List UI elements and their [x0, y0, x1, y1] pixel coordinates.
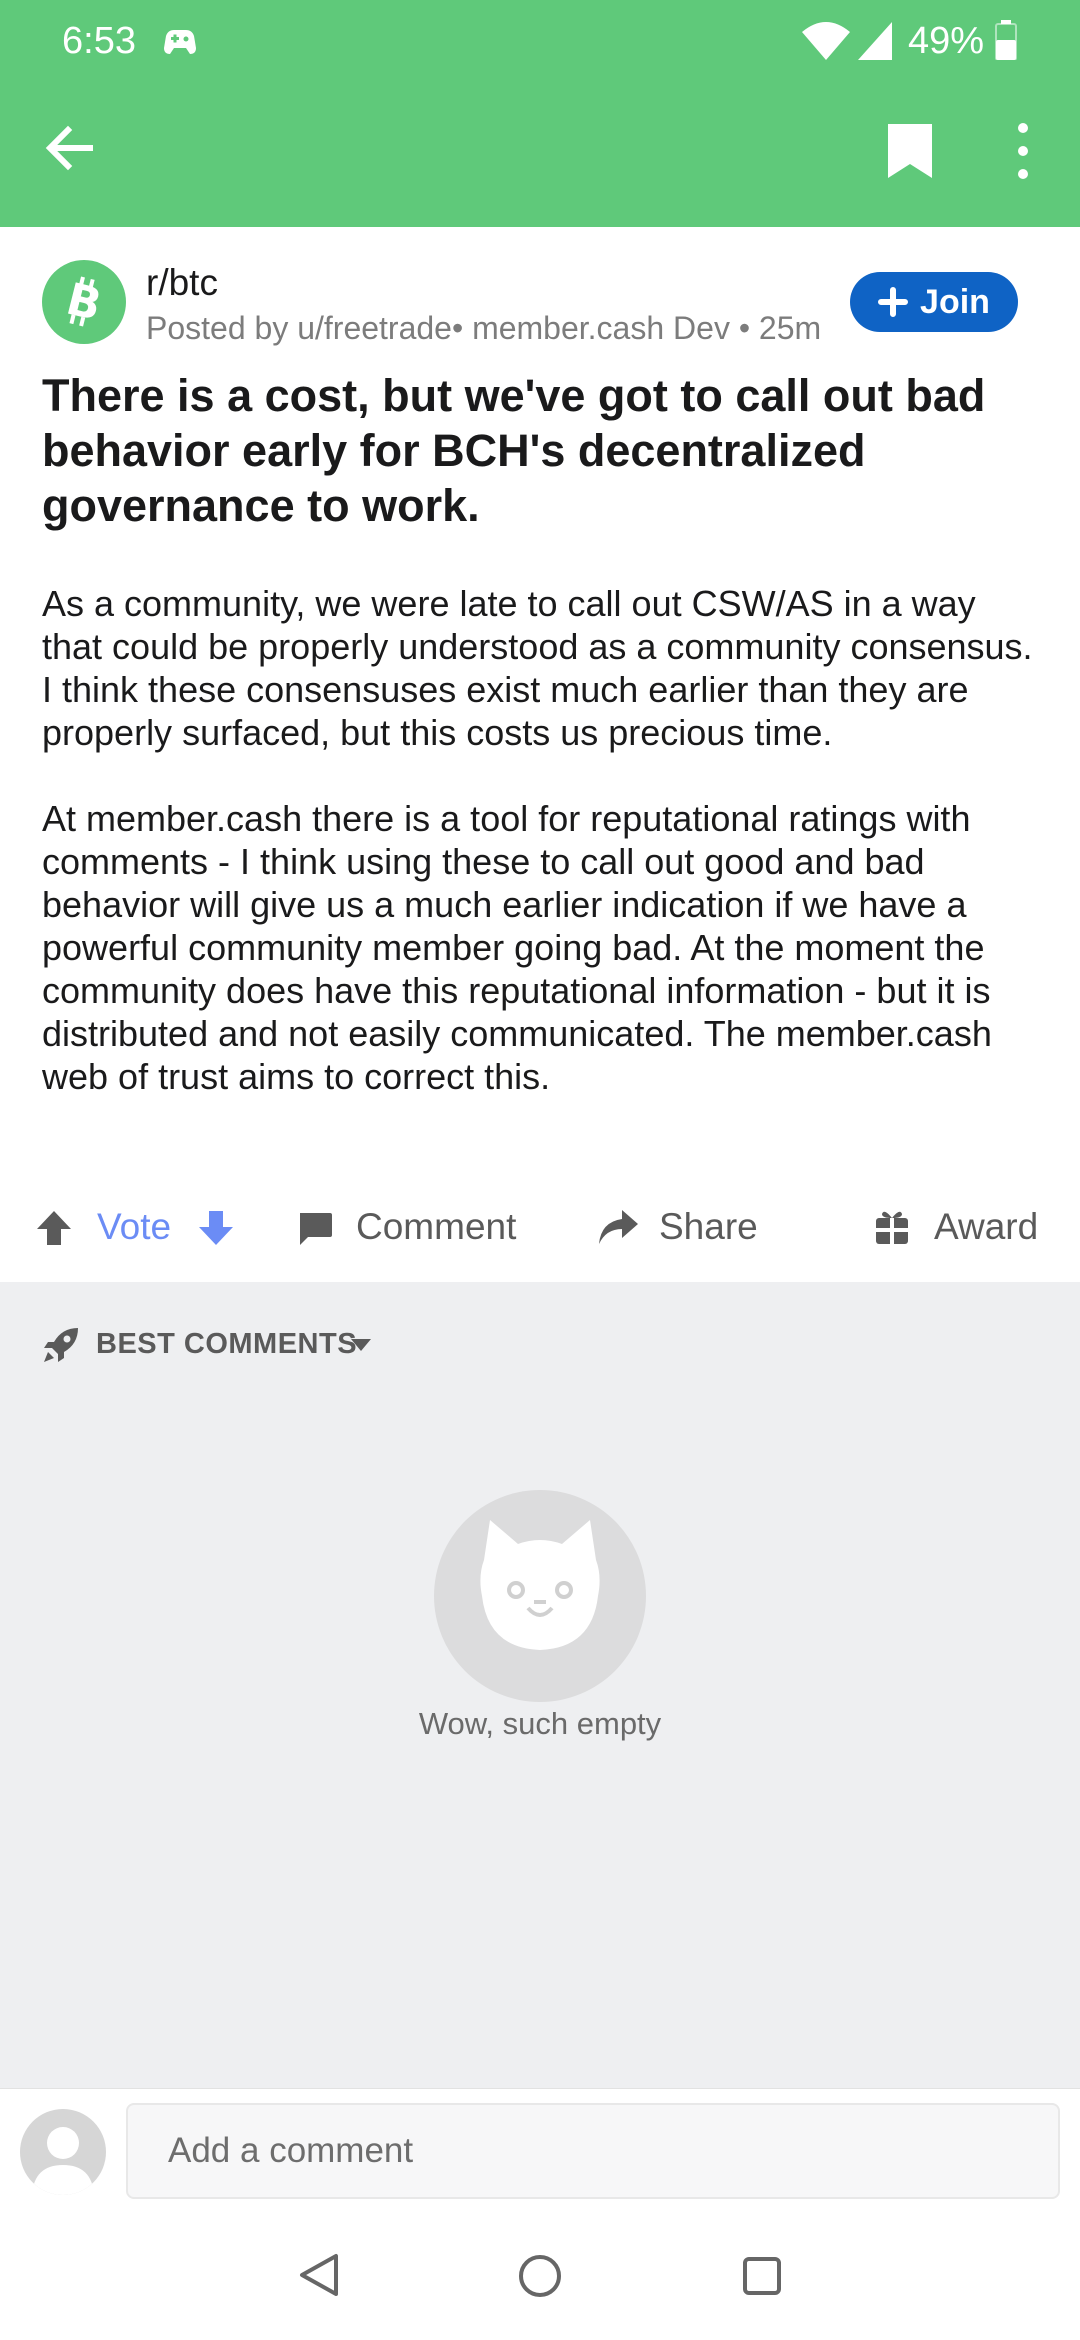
downvote-icon[interactable]	[196, 1208, 236, 1248]
post-actions: Vote Comment Share Award	[0, 1188, 1080, 1268]
upvote-icon[interactable]	[34, 1208, 74, 1248]
empty-state-text: Wow, such empty	[418, 1706, 662, 1741]
post-body: As a community, we were late to call out…	[42, 582, 1042, 1141]
comments-section: BEST COMMENTS Wow, such empty	[0, 1282, 1080, 2088]
more-vertical-icon[interactable]	[1010, 120, 1036, 182]
bitcoin-icon: B	[61, 274, 106, 332]
plus-icon	[878, 287, 909, 317]
post-paragraph: At member.cash there is a tool for reput…	[42, 798, 992, 1097]
nav-recents-icon[interactable]	[742, 2256, 782, 2296]
user-icon	[32, 2127, 94, 2195]
join-button[interactable]: Join	[850, 272, 1018, 332]
arrow-left-icon[interactable]	[40, 118, 100, 178]
post-meta: Posted by u/freetrade• member.cash Dev •…	[146, 310, 822, 346]
game-controller-icon	[164, 30, 196, 54]
comment-button[interactable]: Comment	[356, 1206, 516, 1248]
wifi-icon	[802, 22, 850, 60]
bookmark-icon[interactable]	[882, 120, 938, 182]
subreddit-avatar[interactable]: B	[42, 260, 126, 344]
sort-label[interactable]: BEST COMMENTS	[96, 1328, 357, 1361]
nav-back-icon[interactable]	[298, 2252, 340, 2298]
share-icon[interactable]	[596, 1208, 640, 1248]
battery-icon	[995, 20, 1017, 60]
chevron-down-icon[interactable]	[350, 1338, 372, 1352]
nav-home-icon[interactable]	[518, 2254, 562, 2298]
cat-face-icon	[480, 1520, 600, 1650]
share-button[interactable]: Share	[659, 1206, 758, 1248]
battery-percent: 49%	[908, 20, 985, 62]
subreddit-name[interactable]: r/btc	[146, 262, 218, 304]
rocket-icon[interactable]	[42, 1326, 80, 1364]
vote-label: Vote	[97, 1206, 172, 1247]
comment-bar	[0, 2088, 1080, 2200]
award-icon[interactable]	[874, 1208, 910, 1246]
empty-state-illustration	[434, 1490, 646, 1702]
app-header: 6:53 49%	[0, 0, 1080, 227]
status-bar: 6:53 49%	[0, 0, 1080, 80]
post-paragraph: As a community, we were late to call out…	[42, 583, 1033, 753]
user-avatar[interactable]	[20, 2109, 106, 2195]
post-title: There is a cost, but we've got to call o…	[42, 370, 986, 531]
join-label: Join	[920, 282, 990, 321]
comment-icon[interactable]	[296, 1210, 334, 1248]
system-nav-bar	[0, 2200, 1080, 2340]
signal-icon	[858, 22, 892, 60]
award-button[interactable]: Award	[934, 1206, 1038, 1248]
comment-input[interactable]	[126, 2103, 1060, 2199]
status-time: 6:53	[62, 20, 136, 62]
